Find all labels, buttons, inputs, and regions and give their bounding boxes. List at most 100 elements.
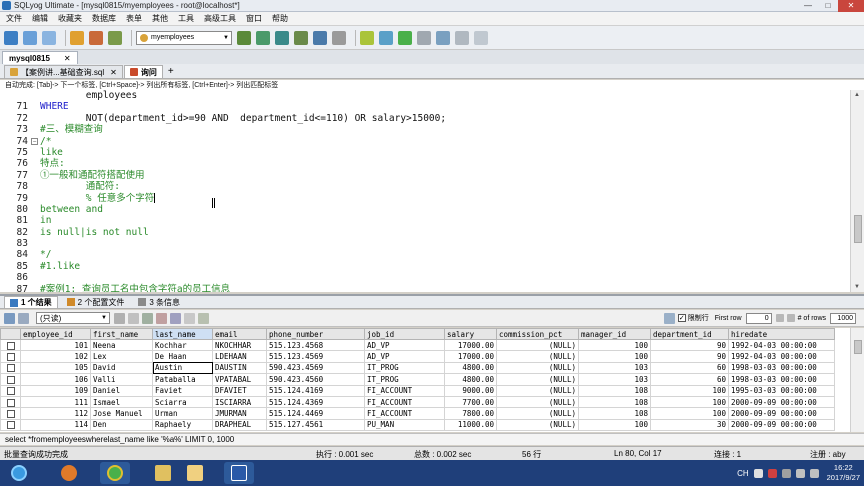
code-line[interactable]: 82 is null|is not null [17,227,848,238]
table-data-icon[interactable] [417,30,431,45]
column-header-job-id[interactable]: job_id [364,328,445,340]
column-header-email[interactable]: email [212,328,267,340]
table-cell[interactable]: 90 [650,350,729,363]
table-cell[interactable]: 114 [20,418,91,432]
table-row[interactable]: 111 Ismael Sciarra ISCIARRA 515.124.4369 FI_A… [0,395,835,409]
code-line[interactable]: 87 #案例1: 查询员工名中包含字符a的员工信息 [17,284,848,292]
grid-view-icon[interactable] [4,312,15,324]
column-header-manager-id[interactable]: manager_id [578,328,651,340]
table-cell[interactable]: 515.124.4369 [266,395,365,409]
table-cell[interactable]: 11000.00 [444,418,497,432]
code-line[interactable]: 79 % 任意多个字符 [17,193,848,204]
table-cell[interactable]: 4800.00 [444,361,497,375]
row-selector[interactable] [0,361,21,375]
table-cell[interactable]: PU_MAN [364,418,445,432]
code-lines[interactable]: employees 71 WHERE 72 NOT(department_id>=90… [17,90,848,292]
code-line[interactable]: 86 [17,272,848,283]
save-icon[interactable] [170,312,181,324]
table-cell[interactable]: 515.124.4169 [266,384,365,397]
delete-row-icon[interactable] [156,312,167,324]
table-cell[interactable]: 111 [20,395,91,409]
table-cell[interactable]: (NULL) [496,418,579,432]
column-header-commission-pct[interactable]: commission_pct [496,328,579,340]
table-cell[interactable]: (NULL) [496,407,579,420]
table-cell[interactable]: 515.123.4569 [266,350,365,363]
menu-advanced-tools[interactable]: 高级工具 [204,13,236,24]
menu-database[interactable]: 数据库 [92,13,116,24]
connection-icon[interactable] [23,30,37,45]
code-line[interactable]: 76 特点: [17,158,848,169]
table-cell[interactable]: 590.423.4569 [266,361,365,375]
row-checkbox[interactable] [6,341,15,350]
connection-tab[interactable]: mysql0815 ✕ [2,51,78,64]
table-cell[interactable]: AD_VP [364,350,445,363]
close-icon[interactable]: ✕ [110,68,117,77]
table-cell[interactable]: 4800.00 [444,373,497,386]
table-cell[interactable]: IT_PROG [364,361,445,375]
table-row[interactable]: 114 Den Raphaely DRAPHEAL 515.127.4561 PU_MAN… [0,418,835,432]
rows-input[interactable]: 1000 [830,312,856,324]
table-cell[interactable]: JMURMAN [212,407,267,420]
table-cell[interactable]: 7800.00 [444,407,497,420]
close-icon[interactable]: ✕ [64,54,71,63]
table-cell[interactable]: DAUSTIN [212,361,267,375]
table-cell[interactable]: Sciarra [152,395,213,409]
table-cell[interactable]: NKOCHHAR [212,338,267,352]
code-line[interactable]: 73 #三、模糊查询 [17,124,848,135]
table-cell[interactable]: 112 [20,407,91,420]
disconnect-icon[interactable] [42,30,56,45]
tab-results[interactable]: 1 个结果 [4,296,58,308]
table-cell[interactable]: 17000.00 [444,350,497,363]
maximize-button[interactable]: □ [818,0,838,12]
backup-icon[interactable] [360,30,374,45]
table-cell[interactable]: 2000-09-09 00:00:00 [728,418,835,432]
table-cell[interactable]: 103 [578,361,651,375]
limit-rows-checkbox[interactable]: ✓ [677,314,686,322]
history-icon[interactable] [455,30,469,45]
table-cell[interactable]: (NULL) [496,361,579,375]
table-cell[interactable]: FI_ACCOUNT [364,407,445,420]
volume-icon[interactable] [809,468,819,478]
table-cell[interactable]: Urman [152,407,213,420]
table-cell[interactable]: 9000.00 [444,384,497,397]
code-line[interactable]: 84 */ [17,249,848,260]
menu-favorites[interactable]: 收藏夹 [58,13,82,24]
menu-table[interactable]: 表单 [126,13,142,24]
table-cell[interactable]: 1998-03-03 00:00:00 [728,361,835,375]
taskbar-word[interactable] [224,462,254,484]
user-manager-icon[interactable] [436,30,450,45]
row-selector[interactable] [0,373,21,386]
table-cell[interactable]: 103 [578,373,651,386]
sql-editor[interactable]: employees 71 WHERE 72 NOT(department_id>=90… [0,90,864,292]
table-cell[interactable]: 590.423.4560 [266,373,365,386]
table-cell[interactable]: 1995-03-03 00:00:00 [728,384,835,397]
table-cell[interactable]: (NULL) [496,384,579,397]
table-cell[interactable]: (NULL) [496,338,579,352]
table-cell[interactable]: 515.124.4469 [266,407,365,420]
table-cell[interactable]: 7700.00 [444,395,497,409]
table-row[interactable]: 101 Neena Kochhar NKOCHHAR 515.123.4568 AD_VP… [0,338,835,352]
table-cell[interactable]: 1998-03-03 00:00:00 [728,373,835,386]
table-cell[interactable]: (NULL) [496,395,579,409]
info-icon[interactable] [474,30,488,45]
table-row[interactable]: 112 Jose Manuel Urman JMURMAN 515.124.4469 FI… [0,407,835,420]
column-header-salary[interactable]: salary [444,328,497,340]
taskbar-explorer[interactable] [148,462,178,484]
input-language[interactable]: CH [737,469,749,478]
table-cell[interactable]: Den [90,418,153,432]
table-cell[interactable]: 100 [650,384,729,397]
menu-tools[interactable]: 工具 [178,13,194,24]
fold-toggle-icon[interactable]: − [31,137,38,145]
table-cell[interactable]: DRAPHEAL [212,418,267,432]
table-cell[interactable]: 102 [20,350,91,363]
table-cell[interactable]: DFAVIET [212,384,267,397]
table-cell[interactable]: (NULL) [496,373,579,386]
column-header-employee-id[interactable]: employee_id [20,328,91,340]
table-row[interactable]: 105 David Austin DAUSTIN 590.423.4569 IT_PROG… [0,361,835,375]
table-cell[interactable]: FI_ACCOUNT [364,384,445,397]
grid-scrollbar-thumb[interactable] [854,340,862,354]
table-cell[interactable]: 108 [578,407,651,420]
table-cell[interactable]: 60 [650,361,729,375]
table-cell[interactable]: 101 [20,338,91,352]
format-query-icon[interactable] [294,30,308,45]
